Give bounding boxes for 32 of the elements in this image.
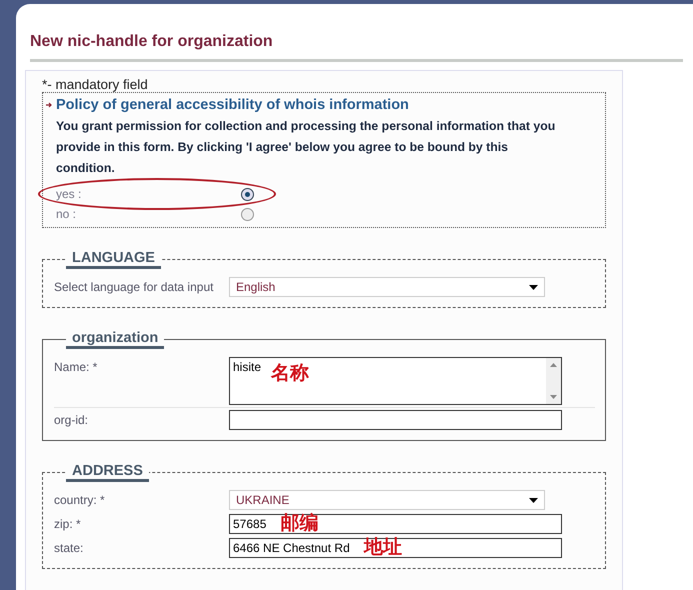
select-field[interactable]: UKRAINE (229, 490, 545, 510)
select-field[interactable]: English (229, 277, 545, 297)
section-legend: ADDRESS (66, 463, 149, 482)
field-label: Name: * (54, 359, 98, 374)
input-field[interactable]: 57685 邮编 (229, 514, 562, 534)
section-legend: organization (66, 330, 164, 349)
field-label: zip: * (54, 516, 82, 531)
policy-text: You grant permission for collection and processing the personal information that you provide in this form. By clicking 'I agree' below you agree to be bound by this condition. (56, 118, 556, 177)
scroll-down-icon[interactable] (550, 395, 557, 399)
caret-icon (529, 498, 538, 502)
name-textarea[interactable]: hisite 名称 (229, 357, 562, 405)
section-legend: LANGUAGE (66, 250, 161, 269)
field-label: state: (54, 540, 84, 555)
field-label: Select language for data input (54, 279, 214, 294)
field-label: org-id: (54, 412, 90, 427)
scrollbar[interactable] (546, 358, 561, 404)
input-field[interactable] (229, 410, 562, 430)
annotation-text: 邮编 (280, 515, 318, 533)
radio-label: yes : (56, 187, 82, 201)
scroll-up-icon[interactable] (550, 363, 557, 367)
annotation-text: 地址 (364, 539, 402, 557)
annotation-text: 名称 (271, 365, 310, 383)
field-label: country: * (54, 492, 106, 507)
radio-button[interactable] (241, 188, 254, 200)
radio-label: no : (56, 207, 78, 221)
caret-icon (529, 284, 538, 290)
input-field[interactable]: 6466 NE Chestnut Rd 地址 (229, 538, 562, 558)
page-title: New nic-handle for organization (30, 33, 683, 62)
arrow-icon (46, 102, 53, 108)
mandatory-note: *- mandatory field (42, 77, 149, 92)
policy-heading: Policy of general accessibility of whois information (56, 97, 409, 113)
radio-button[interactable] (241, 208, 254, 220)
